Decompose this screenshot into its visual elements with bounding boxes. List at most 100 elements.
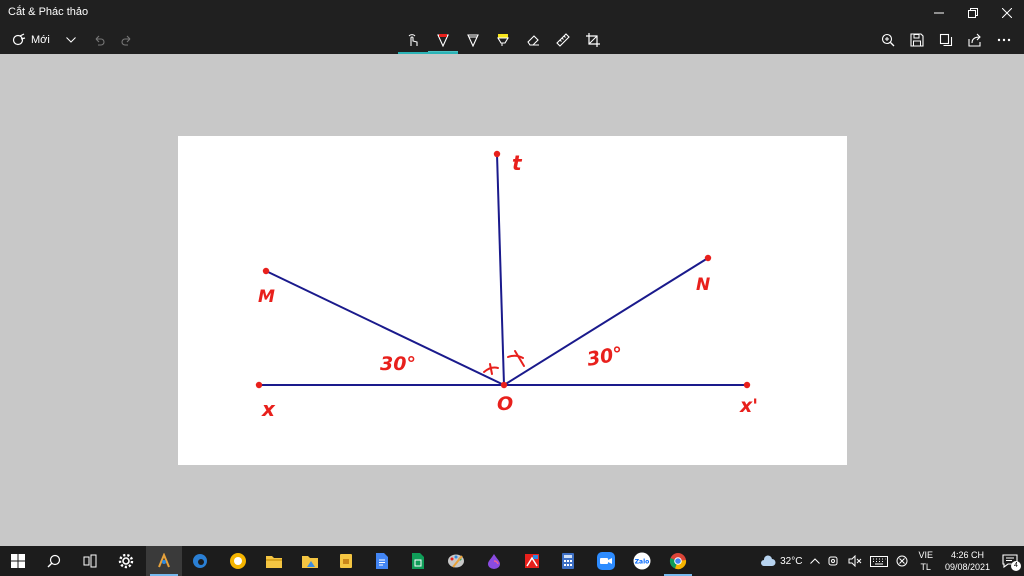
chevron-up-icon [810,558,821,564]
point-N [704,254,712,262]
start-button[interactable] [0,546,36,576]
angle-mark-left-tick [489,363,493,375]
eraser-button[interactable] [518,26,548,54]
show-hidden-icons-button[interactable] [806,546,824,576]
title-bar: Cắt & Phác thảo [0,0,1024,26]
crop-button[interactable] [578,26,608,54]
paint-app[interactable] [438,546,474,576]
label-O: O [497,393,513,415]
angle-mark-right [507,354,524,359]
geometry-drawing: t M N x O x' 30° 30° [255,150,758,421]
task-view-button[interactable] [72,546,108,576]
ballpoint-pen-button[interactable] [428,26,458,54]
meet-now-button[interactable] [824,546,844,576]
ruler-icon [556,33,570,47]
label-t: t [512,151,523,175]
label-M: M [258,287,275,307]
no-network-icon [896,555,908,567]
zalo-app[interactable]: Zalo [624,546,660,576]
calculator-app[interactable] [550,546,586,576]
more-options-button[interactable] [989,26,1018,54]
redo-button[interactable] [116,29,138,51]
ruler-button[interactable] [548,26,578,54]
save-icon [909,33,924,47]
share-button[interactable] [960,26,989,54]
gear-icon [118,553,134,569]
close-icon [1002,8,1012,18]
line-Ot [496,153,505,386]
restore-button[interactable] [956,0,990,26]
close-button[interactable] [990,0,1024,26]
crop-icon [586,33,600,47]
palette-icon [448,554,464,568]
folder-icon [266,556,282,568]
edge-legacy-app[interactable] [182,546,218,576]
point-O [500,381,508,389]
label-x-prime: x' [739,395,758,417]
restore-icon [968,8,978,18]
undo-icon [95,35,105,46]
touch-keyboard-button[interactable] [866,546,892,576]
system-tray: 32°C VIE TL 4:26 CH 09/08/2021 4 [756,546,1024,576]
file-explorer-app[interactable] [256,546,292,576]
zalo-icon: Zalo [633,552,651,570]
google-sheets-icon [412,553,424,569]
label-angle-left: 30° [380,353,416,375]
photos-explorer-app[interactable] [292,546,328,576]
taskbar: Zalo 32°C VIE TL 4:26 CH 09/08/2021 4 [0,546,1024,576]
search-icon [47,554,61,568]
sticky-notes-app[interactable] [328,546,364,576]
eraser-icon [527,35,539,46]
language-code: VIE [918,550,933,560]
search-button[interactable] [36,546,72,576]
more-icon [997,38,1010,42]
minimize-button[interactable] [922,0,956,26]
highlighter-button[interactable] [488,26,518,54]
volume-button[interactable] [844,546,866,576]
window-controls [922,0,1024,26]
pencil-button[interactable] [458,26,488,54]
snip-sketch-app[interactable] [146,546,182,576]
touch-writing-icon [408,34,418,46]
settings-app[interactable] [108,546,144,576]
point-t [493,150,501,158]
pencil-icon [467,34,479,47]
clock[interactable]: 4:26 CH 09/08/2021 [939,549,996,573]
weather-widget[interactable]: 32°C [756,546,806,576]
google-docs-app[interactable] [364,546,400,576]
point-x [255,381,263,389]
input-language-indicator[interactable]: VIE TL [912,549,939,573]
snip-canvas[interactable]: t M N x O x' 30° 30° [178,136,847,465]
point-M [262,267,270,275]
touch-writing-button[interactable] [398,26,428,54]
snip-sketch-icon [158,553,170,568]
color-drop-app[interactable] [476,546,512,576]
network-status[interactable] [892,546,912,576]
snip-app[interactable] [514,546,550,576]
edge-app[interactable] [220,546,256,576]
notification-badge: 4 [1011,561,1021,571]
minimize-icon [934,12,944,14]
window-title: Cắt & Phác thảo [8,6,89,18]
photo-folder-icon [302,556,318,568]
share-icon [967,33,981,47]
zoom-app[interactable] [588,546,624,576]
new-snip-button[interactable]: Mới [8,29,54,51]
zoom-button[interactable] [873,26,902,54]
edge-icon [230,553,246,569]
google-sheets-app[interactable] [400,546,436,576]
chrome-app[interactable] [660,546,696,576]
sticky-notes-icon [340,554,352,568]
notification-center-button[interactable]: 4 [996,546,1024,576]
label-N: N [696,275,710,295]
undo-button[interactable] [88,29,110,51]
new-dropdown-button[interactable] [60,29,82,51]
save-button[interactable] [902,26,931,54]
keyboard-layout: TL [920,562,931,572]
droplet-icon [488,554,500,569]
copy-button[interactable] [931,26,960,54]
cloud-icon [761,555,776,566]
weather-temp: 32°C [780,555,803,567]
volume-muted-icon [848,555,862,567]
redo-icon [121,35,131,46]
